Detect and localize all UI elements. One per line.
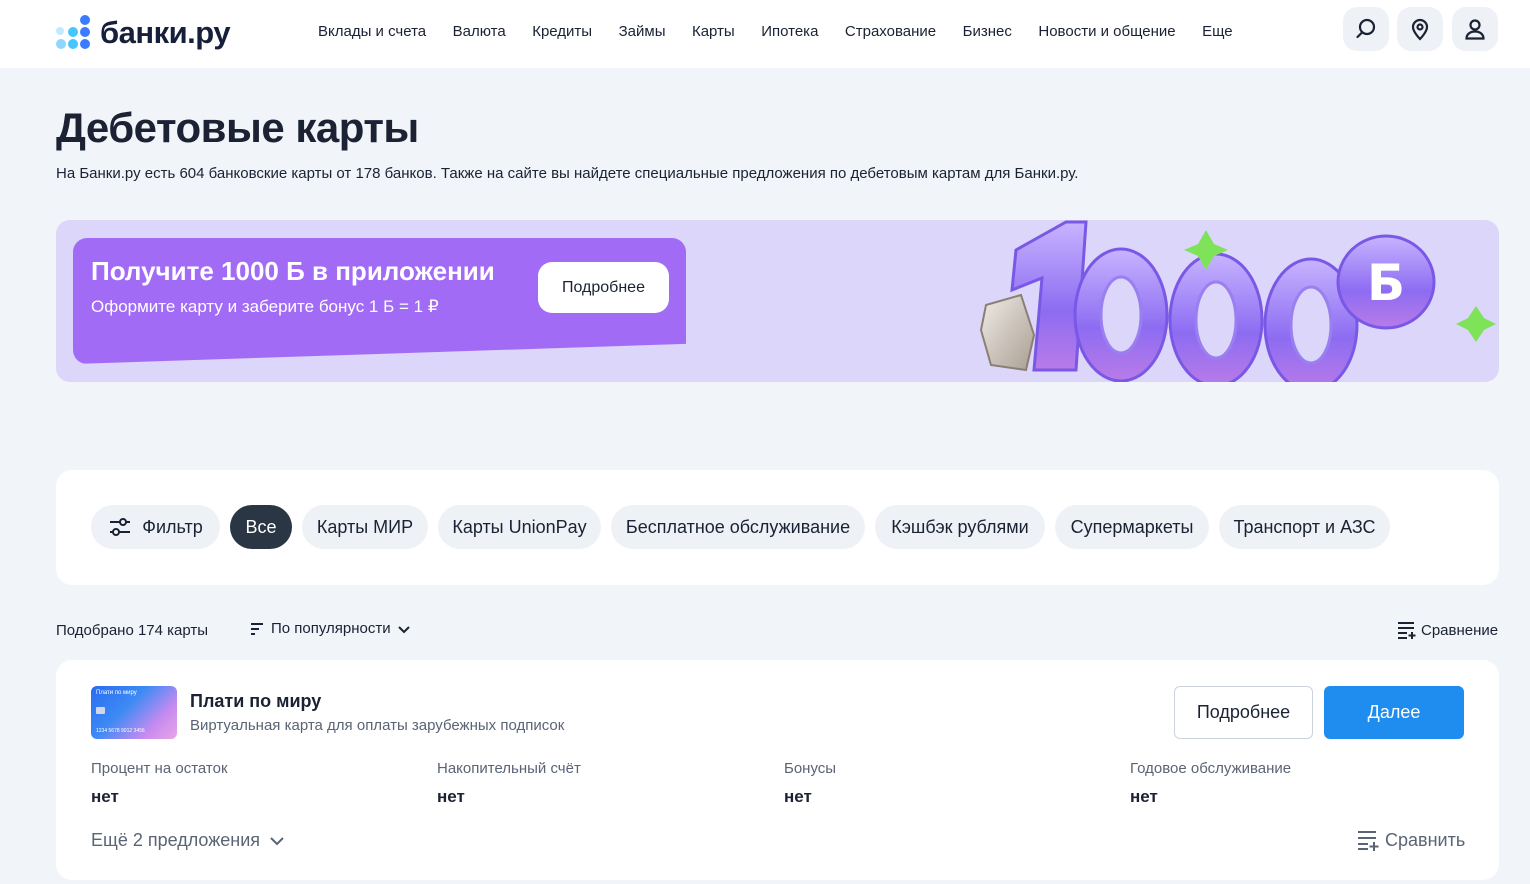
search-icon [1356, 18, 1376, 39]
param-label: Накопительный счёт [437, 760, 581, 777]
nav-mortgage[interactable]: Ипотека [761, 23, 818, 40]
filter-panel: Фильтр Все Карты МИР Карты UnionPay Бесп… [56, 470, 1499, 585]
chip-all[interactable]: Все [230, 505, 292, 549]
compare-list-icon [1398, 622, 1416, 639]
param-value: нет [91, 787, 119, 806]
logo-dots-icon [56, 15, 94, 51]
profile-button[interactable] [1452, 7, 1498, 51]
compare-button-label: Сравнить [1385, 829, 1466, 850]
param-bonuses: Бонусы нет [784, 760, 836, 807]
card-offer: Плати по миру 1234 5678 9012 3456 Плати … [56, 660, 1499, 880]
card-image-title: Плати по миру [96, 690, 137, 696]
search-button[interactable] [1343, 7, 1389, 51]
chip-mir[interactable]: Карты МИР [302, 505, 428, 549]
filter-label: Фильтр [142, 516, 203, 537]
sort-dropdown[interactable]: По популярности [250, 620, 412, 637]
compare-link[interactable]: Сравнение [1397, 620, 1498, 640]
banner-details-button[interactable]: Подробнее [538, 262, 669, 313]
nav-business[interactable]: Бизнес [963, 23, 1012, 40]
nav-loans[interactable]: Займы [619, 23, 666, 40]
compare-list-icon [1358, 831, 1379, 851]
badge-letter: Б [1367, 254, 1405, 312]
chip-free-service[interactable]: Бесплатное обслуживание [611, 505, 865, 549]
sort-icon [251, 622, 263, 635]
card-image[interactable]: Плати по миру 1234 5678 9012 3456 [91, 686, 177, 739]
param-label: Бонусы [784, 760, 837, 777]
filter-button[interactable]: Фильтр [91, 505, 220, 549]
chip-transport[interactable]: Транспорт и АЗС [1219, 505, 1390, 549]
compare-button[interactable]: Сравнить [1356, 828, 1465, 852]
param-value: нет [1130, 787, 1158, 806]
details-button[interactable]: Подробнее [1174, 686, 1313, 739]
more-offers-toggle[interactable]: Ещё 2 предложения [91, 830, 286, 851]
chip-supermarkets[interactable]: Супермаркеты [1055, 505, 1209, 549]
offer-subtitle: Виртуальная карта для оплаты зарубежных … [190, 717, 565, 734]
location-pin-icon [1411, 18, 1429, 41]
compare-label: Сравнение [1421, 621, 1499, 639]
results-count: Подобрано 174 карты [56, 622, 209, 639]
more-offers-label: Ещё 2 предложения [91, 830, 261, 850]
nav-insurance[interactable]: Страхование [845, 23, 936, 40]
param-label: Процент на остаток [91, 760, 228, 777]
card-chip-icon [96, 707, 105, 714]
nav-currency[interactable]: Валюта [453, 23, 506, 40]
brand-name: банки.ру [100, 15, 231, 50]
nav-news[interactable]: Новости и общение [1038, 23, 1175, 40]
chevron-down-icon [270, 836, 284, 845]
main-nav: Вклады и счета Валюта Кредиты Займы Карт… [318, 0, 1259, 62]
banner-text: Оформите карту и заберите бонус 1 Б = 1 … [91, 297, 439, 316]
sort-label: По популярности [271, 620, 391, 637]
chip-unionpay[interactable]: Карты UnionPay [438, 505, 601, 549]
param-value: нет [437, 787, 465, 806]
user-icon [1465, 19, 1485, 40]
promo-banner[interactable]: Получите 1000 Б в приложении Оформите ка… [56, 220, 1499, 382]
next-button[interactable]: Далее [1324, 686, 1464, 739]
param-annual-fee: Годовое обслуживание нет [1130, 760, 1291, 807]
page-title: Дебетовые карты [56, 104, 419, 151]
nav-deposits[interactable]: Вклады и счета [318, 23, 426, 40]
brand-logo[interactable]: банки.ру [56, 10, 231, 56]
param-value: нет [784, 787, 812, 806]
nav-credits[interactable]: Кредиты [532, 23, 592, 40]
card-number: 1234 5678 9012 3456 [96, 728, 145, 734]
page-subtitle: На Банки.ру есть 604 банковские карты от… [56, 165, 1079, 182]
param-label: Годовое обслуживание [1130, 760, 1292, 777]
location-button[interactable] [1397, 7, 1443, 51]
chevron-down-icon [397, 625, 410, 633]
param-interest: Процент на остаток нет [91, 760, 228, 807]
offer-title[interactable]: Плати по миру [190, 691, 321, 712]
banner-title: Получите 1000 Б в приложении [91, 256, 495, 286]
site-header: банки.ру Вклады и счета Валюта Кредиты З… [0, 0, 1530, 68]
nav-cards[interactable]: Карты [692, 23, 735, 40]
bonus-1000-illustration: Б [979, 220, 1496, 382]
chip-cashback[interactable]: Кэшбэк рублями [875, 505, 1045, 549]
param-savings: Накопительный счёт нет [437, 760, 581, 807]
sliders-icon [110, 518, 131, 536]
nav-more[interactable]: Еще [1202, 23, 1233, 40]
